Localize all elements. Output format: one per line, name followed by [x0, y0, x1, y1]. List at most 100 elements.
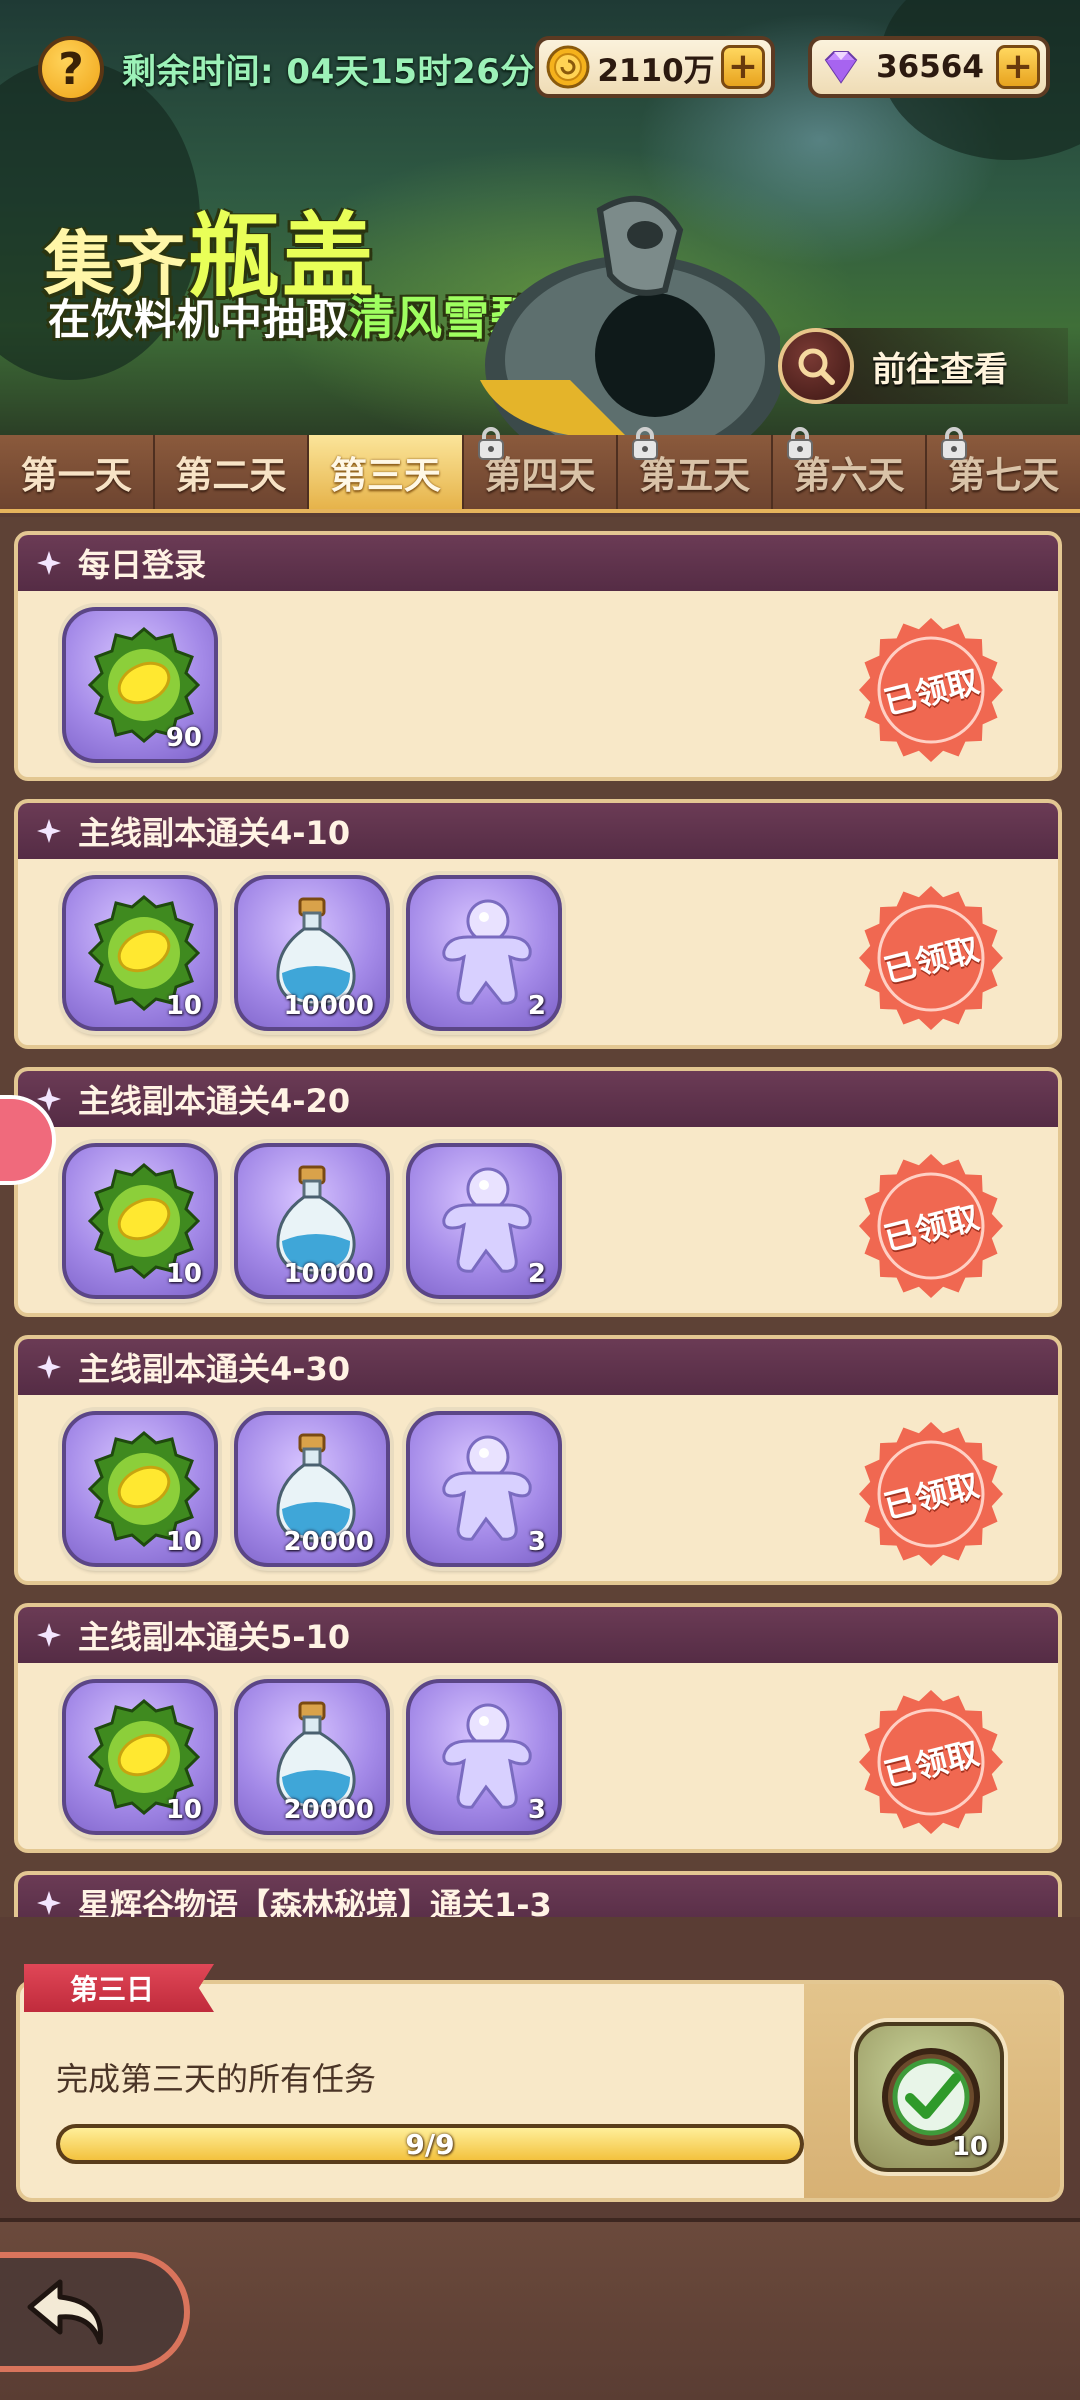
reward-item[interactable]: 90	[62, 607, 218, 763]
claimed-stamp: 已领取	[856, 615, 1006, 765]
reward-item[interactable]: 10	[62, 1679, 218, 1835]
reward-quantity: 10000	[283, 991, 374, 1021]
reward-quantity: 90	[165, 723, 202, 753]
tab-day-7[interactable]: 第七天	[927, 427, 1080, 509]
gem-currency-box: 36564 +	[808, 36, 1050, 98]
claimed-stamp: 已领取	[856, 1687, 1006, 1837]
day-reward-quantity: 10	[951, 2132, 988, 2162]
remaining-time-label: 剩余时间: 04天15时26分	[122, 52, 535, 92]
reward-quantity: 10	[165, 1259, 202, 1289]
gold-amount: 2110万	[597, 52, 715, 89]
reward-quantity: 10	[165, 1795, 202, 1825]
task-card-body: 10 10000 2 已领取	[18, 1127, 1058, 1313]
reward-quantity: 10	[165, 1527, 202, 1557]
back-arrow-icon	[27, 2279, 103, 2345]
reward-quantity: 20000	[283, 1795, 374, 1825]
task-card: 主线副本通关5-10 10 20000 3 已领取	[14, 1603, 1062, 1853]
reward-item[interactable]: 10000	[234, 875, 390, 1031]
tab-day-4[interactable]: 第四天	[464, 427, 619, 509]
task-card-body: 10 20000 3 已领取	[18, 1663, 1058, 1849]
task-list: 每日登录 90 已领取 主线副本通关4-10 10 10000 2 已领取 主线副本通关4-20…	[0, 517, 1080, 1917]
task-card: 主线副本通关4-10 10 10000 2 已领取	[14, 799, 1062, 1049]
diamond-icon	[824, 51, 858, 84]
task-card: 星辉谷物语【森林秘境】通关1-3	[14, 1871, 1062, 1917]
task-card: 主线副本通关4-20 10 10000 2 已领取	[14, 1067, 1062, 1317]
claimed-stamp: 已领取	[856, 1151, 1006, 1301]
soda-can-illustration	[480, 195, 780, 435]
sparkle-icon	[37, 1623, 61, 1647]
tab-day-6[interactable]: 第六天	[773, 427, 928, 509]
reward-item[interactable]: 3	[406, 1679, 562, 1835]
task-title: 主线副本通关5-10	[78, 1618, 351, 1656]
goto-view-button[interactable]: 前往查看	[778, 328, 1068, 404]
task-card-body: 90 已领取	[18, 591, 1058, 777]
help-button[interactable]: ?	[38, 36, 104, 102]
progress-text: 9/9	[405, 2127, 455, 2161]
reward-item[interactable]: 10000	[234, 1143, 390, 1299]
lock-icon	[477, 427, 504, 460]
day-reward-item[interactable]: 10	[854, 2022, 1004, 2172]
gold-coin-icon	[546, 45, 590, 89]
task-card: 每日登录 90 已领取	[14, 531, 1062, 781]
day-task-description: 完成第三天的所有任务	[56, 2060, 377, 2098]
add-gems-button[interactable]: +	[996, 45, 1040, 89]
task-title: 星辉谷物语【森林秘境】通关1-3	[78, 1886, 552, 1917]
magnifier-icon	[778, 328, 854, 404]
reward-quantity: 10	[165, 991, 202, 1021]
task-card-header: 星辉谷物语【森林秘境】通关1-3	[18, 1875, 1058, 1917]
back-button[interactable]	[0, 2252, 190, 2372]
day-reward-panel: 10	[804, 1984, 1060, 2198]
reward-item[interactable]: 10	[62, 1411, 218, 1567]
sparkle-icon	[37, 1891, 61, 1915]
add-gold-button[interactable]: +	[721, 45, 765, 89]
task-card-header: 主线副本通关4-20	[18, 1071, 1058, 1127]
gem-amount: 36564	[876, 49, 984, 85]
reward-item[interactable]: 10	[62, 875, 218, 1031]
reward-item[interactable]: 10	[62, 1143, 218, 1299]
reward-item[interactable]: 2	[406, 1143, 562, 1299]
day-progress-bar: 9/9	[56, 2124, 804, 2164]
lock-icon	[632, 427, 659, 460]
sparkle-icon	[37, 819, 61, 843]
goto-view-label: 前往查看	[872, 349, 1008, 390]
tab-label: 第三天	[329, 454, 441, 497]
sparkle-icon	[37, 551, 61, 575]
task-card: 主线副本通关4-30 10 20000 3 已领取	[14, 1335, 1062, 1585]
tab-day-5[interactable]: 第五天	[618, 427, 773, 509]
reward-quantity: 20000	[283, 1527, 374, 1557]
reward-quantity: 10000	[283, 1259, 374, 1289]
task-card-body: 10 20000 3 已领取	[18, 1395, 1058, 1581]
claimed-stamp: 已领取	[856, 883, 1006, 1033]
tab-label: 第一天	[20, 454, 132, 497]
reward-item[interactable]: 2	[406, 875, 562, 1031]
gold-currency-box: 2110万 +	[535, 36, 775, 98]
claimed-stamp: 已领取	[856, 1419, 1006, 1569]
reward-item[interactable]: 3	[406, 1411, 562, 1567]
task-title: 每日登录	[78, 546, 207, 584]
reward-item[interactable]: 20000	[234, 1411, 390, 1567]
event-banner: ? 剩余时间: 04天15时26分 2110万 + 36564 + 集齐瓶盖 在…	[0, 0, 1080, 435]
day-tabs: 第一天 第二天 第三天 第四天 第五天 第六天 第七天	[0, 427, 1080, 513]
bottom-bar	[0, 2218, 1080, 2400]
reward-quantity: 3	[527, 1527, 546, 1557]
day-summary-card: 第三日 完成第三天的所有任务 9/9 10	[16, 1964, 1064, 2202]
sparkle-icon	[37, 1355, 61, 1379]
task-card-header: 主线副本通关4-10	[18, 803, 1058, 859]
task-title: 主线副本通关4-20	[78, 1082, 351, 1120]
tab-label: 第二天	[175, 454, 287, 497]
reward-item[interactable]: 20000	[234, 1679, 390, 1835]
reward-quantity: 2	[527, 1259, 546, 1289]
day-ribbon: 第三日	[24, 1964, 214, 2012]
lock-icon	[941, 427, 968, 460]
reward-quantity: 3	[527, 1795, 546, 1825]
task-card-header: 主线副本通关5-10	[18, 1607, 1058, 1663]
promo-subtitle-prefix: 在饮料机中抽取	[48, 295, 350, 344]
tab-day-1[interactable]: 第一天	[0, 435, 155, 509]
task-card-body: 10 10000 2 已领取	[18, 859, 1058, 1045]
tab-day-3[interactable]: 第三天	[309, 435, 464, 509]
task-title: 主线副本通关4-10	[78, 814, 351, 852]
task-title: 主线副本通关4-30	[78, 1350, 351, 1388]
tab-day-2[interactable]: 第二天	[155, 435, 310, 509]
lock-icon	[786, 427, 813, 460]
task-card-header: 主线副本通关4-30	[18, 1339, 1058, 1395]
